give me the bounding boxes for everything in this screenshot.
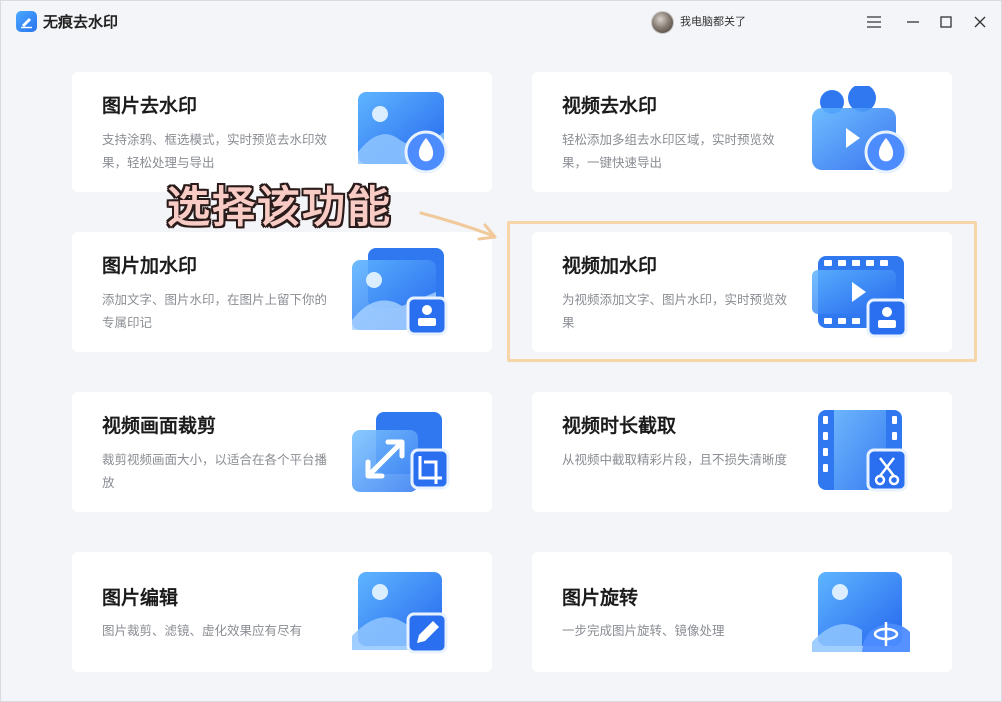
app-logo-icon — [16, 11, 37, 32]
card-title: 图片加水印 — [102, 255, 198, 277]
image-add-watermark-icon — [352, 248, 448, 336]
card-title: 图片旋转 — [562, 587, 639, 609]
video-remove-watermark-icon — [812, 86, 908, 174]
video-crop-icon — [352, 412, 450, 492]
hamburger-icon — [867, 16, 881, 28]
card-image-remove-watermark[interactable]: 图片去水印 支持涂鸦、框选模式，实时预览去水印效果，轻松处理与导出 — [72, 72, 492, 192]
card-video-trim[interactable]: 视频时长截取 从视频中截取精彩片段，且不损失清晰度 — [532, 392, 952, 512]
maximize-icon — [940, 16, 952, 28]
image-remove-watermark-icon — [358, 92, 448, 174]
annotation-text: 选择该功能 — [167, 183, 392, 233]
maximize-button[interactable] — [933, 9, 959, 35]
card-title: 视频画面裁剪 — [102, 415, 217, 437]
card-image-rotate[interactable]: 图片旋转 一步完成图片旋转、镜像处理 — [532, 552, 952, 672]
image-edit-icon — [352, 572, 448, 654]
card-desc: 裁剪视频画面大小，以适合在各个平台播放 — [102, 452, 328, 490]
user-account[interactable]: 我电脑都关了 — [651, 10, 746, 34]
close-button[interactable] — [967, 9, 993, 35]
card-title: 图片去水印 — [102, 95, 198, 117]
arrow-icon — [419, 211, 497, 241]
card-desc: 图片裁剪、滤镜、虚化效果应有尽有 — [102, 623, 303, 638]
app-title: 无痕去水印 — [43, 13, 119, 31]
card-desc: 轻松添加多组去水印区域，实时预览效果，一键快速导出 — [562, 132, 775, 170]
menu-button[interactable] — [861, 9, 887, 35]
card-desc: 一步完成图片旋转、镜像处理 — [562, 623, 725, 638]
avatar[interactable] — [651, 10, 674, 34]
card-video-remove-watermark[interactable]: 视频去水印 轻松添加多组去水印区域，实时预览效果，一键快速导出 — [532, 72, 952, 192]
card-title: 视频时长截取 — [562, 415, 677, 437]
card-image-edit[interactable]: 图片编辑 图片裁剪、滤镜、虚化效果应有尽有 — [72, 552, 492, 672]
card-image-add-watermark[interactable]: 图片加水印 添加文字、图片水印，在图片上留下你的专属印记 — [72, 232, 492, 352]
video-trim-icon — [818, 410, 908, 492]
user-name[interactable]: 我电脑都关了 — [680, 15, 746, 29]
highlight-box — [507, 221, 977, 362]
card-desc: 从视频中截取精彩片段，且不损失清晰度 — [562, 452, 788, 467]
card-video-crop[interactable]: 视频画面裁剪 裁剪视频画面大小，以适合在各个平台播放 — [72, 392, 492, 512]
app-window: 无痕去水印 我电脑都关了 图片去水印 支持涂鸦、框选模式，实时预览去水印效果，轻… — [0, 0, 1002, 702]
card-desc: 添加文字、图片水印，在图片上留下你的专属印记 — [102, 292, 328, 330]
card-title: 图片编辑 — [102, 587, 179, 609]
image-rotate-icon — [812, 572, 910, 652]
card-title: 视频去水印 — [562, 95, 658, 117]
title-bar: 无痕去水印 我电脑都关了 — [1, 1, 1001, 43]
minimize-icon — [907, 21, 919, 23]
close-icon — [974, 16, 986, 28]
card-desc: 支持涂鸦、框选模式，实时预览去水印效果，轻松处理与导出 — [102, 132, 328, 170]
minimize-button[interactable] — [900, 9, 926, 35]
